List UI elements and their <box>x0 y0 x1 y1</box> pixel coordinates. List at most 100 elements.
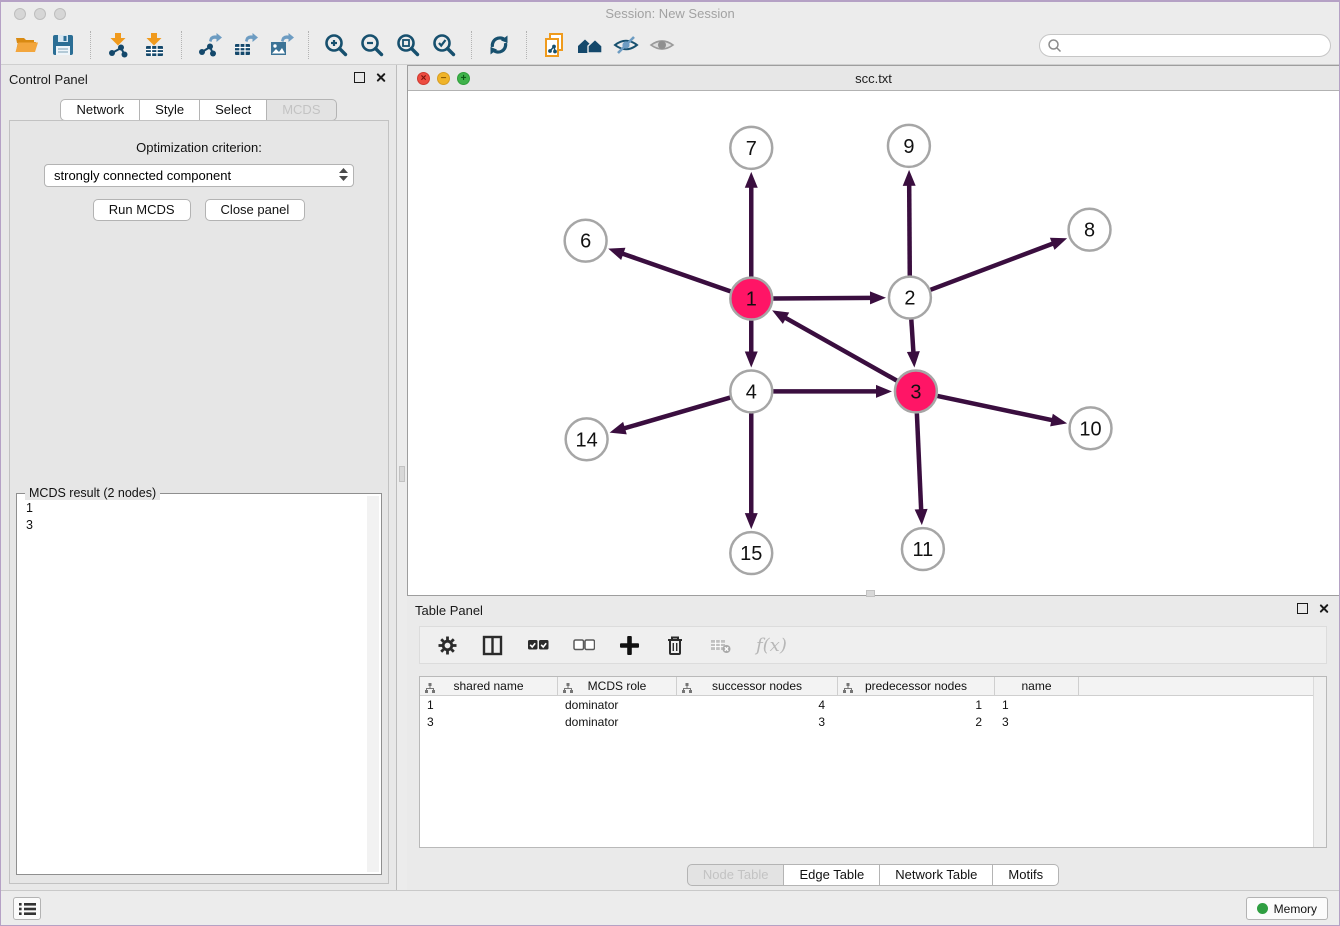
zoom-selected-button[interactable] <box>426 29 462 61</box>
refresh-icon <box>486 32 512 58</box>
graph-node-label: 14 <box>576 429 598 451</box>
graph-node-label: 10 <box>1079 418 1101 440</box>
zoom-out-button[interactable] <box>354 29 390 61</box>
tab-network[interactable]: Network <box>60 99 140 121</box>
graph-edge[interactable] <box>621 253 730 291</box>
zoom-window-button[interactable] <box>54 8 66 20</box>
search-field[interactable] <box>1039 34 1331 57</box>
graph-edge[interactable] <box>930 243 1054 290</box>
table-cell[interactable]: dominator <box>558 715 677 729</box>
table-cell[interactable]: 2 <box>838 715 995 729</box>
export-image-button[interactable] <box>263 29 299 61</box>
graph-edge[interactable] <box>773 298 872 299</box>
tab-style[interactable]: Style <box>140 99 200 121</box>
column-header-label: predecessor nodes <box>865 679 967 693</box>
table-cell[interactable]: dominator <box>558 698 677 712</box>
table-cell[interactable]: 3 <box>995 715 1079 729</box>
graph-edge[interactable] <box>784 317 896 380</box>
network-canvas[interactable]: 7968124314101511 <box>408 91 1339 595</box>
table-row[interactable]: 3dominator323 <box>420 713 1326 730</box>
export-table-button[interactable] <box>227 29 263 61</box>
column-header[interactable]: predecessor nodes <box>838 677 995 695</box>
first-neighbors-button[interactable] <box>572 29 608 61</box>
memory-button[interactable]: Memory <box>1246 897 1328 920</box>
graph-edge[interactable] <box>917 413 921 511</box>
table-body: 1dominator4113dominator323 <box>420 696 1326 730</box>
table-scrollbar[interactable] <box>1313 677 1326 847</box>
hierarchy-icon <box>843 681 853 699</box>
close-view-button[interactable]: × <box>417 72 430 85</box>
zoom-fit-button[interactable] <box>390 29 426 61</box>
column-header[interactable]: MCDS role <box>558 677 677 695</box>
search-input[interactable] <box>1062 38 1323 52</box>
apply-layout-button[interactable] <box>481 29 517 61</box>
window-title: Session: New Session <box>605 6 734 21</box>
new-network-from-selection-button[interactable] <box>536 29 572 61</box>
tab-network-table[interactable]: Network Table <box>880 864 993 886</box>
graph-edge[interactable] <box>909 184 910 276</box>
float-panel-icon[interactable] <box>354 72 365 83</box>
list-icon <box>19 902 36 916</box>
graph-node-label: 1 <box>746 289 757 311</box>
result-scrollbar[interactable] <box>367 496 379 872</box>
toolbar-separator <box>471 31 472 59</box>
table-row[interactable]: 1dominator411 <box>420 696 1326 713</box>
close-table-panel-icon[interactable] <box>1318 603 1329 614</box>
criterion-select[interactable]: strongly connected component <box>44 164 354 187</box>
minimize-window-button[interactable] <box>34 8 46 20</box>
minimize-view-button[interactable]: − <box>437 72 450 85</box>
task-history-button[interactable] <box>13 897 41 920</box>
table-cell[interactable]: 3 <box>420 715 558 729</box>
network-view-window: × − + scc.txt 7968124314101511 <box>407 65 1340 596</box>
table-cell[interactable]: 1 <box>420 698 558 712</box>
export-network-button[interactable] <box>191 29 227 61</box>
table-cell[interactable]: 3 <box>677 715 838 729</box>
zoom-in-button[interactable] <box>318 29 354 61</box>
unselect-all-columns-button[interactable] <box>573 633 595 657</box>
open-file-button[interactable] <box>9 29 45 61</box>
tab-mcds[interactable]: MCDS <box>267 99 336 121</box>
table-cell[interactable]: 1 <box>838 698 995 712</box>
close-panel-icon[interactable] <box>375 72 386 83</box>
tab-motifs[interactable]: Motifs <box>993 864 1059 886</box>
control-panel-tabs: Network Style Select MCDS <box>1 99 396 121</box>
table-settings-button[interactable] <box>437 633 458 657</box>
control-panel-title: Control Panel <box>9 72 88 87</box>
run-mcds-button[interactable]: Run MCDS <box>93 199 191 221</box>
tab-edge-table[interactable]: Edge Table <box>784 864 880 886</box>
table-cell[interactable]: 4 <box>677 698 838 712</box>
delete-columns-button[interactable] <box>664 633 686 657</box>
graph-node-label: 15 <box>740 543 762 565</box>
column-header[interactable]: shared name <box>420 677 558 695</box>
hierarchy-icon <box>682 681 692 699</box>
select-all-columns-button[interactable] <box>527 633 549 657</box>
app-window: Session: New Session <box>0 0 1340 926</box>
column-header[interactable]: name <box>995 677 1079 695</box>
close-window-button[interactable] <box>14 8 26 20</box>
column-header[interactable]: successor nodes <box>677 677 838 695</box>
mcds-result-line: 3 <box>26 517 372 534</box>
close-panel-button[interactable]: Close panel <box>205 199 306 221</box>
horizontal-splitter-handle[interactable] <box>866 590 875 597</box>
mcds-result-line: 1 <box>26 500 372 517</box>
vertical-splitter-handle[interactable] <box>399 466 405 482</box>
float-table-panel-icon[interactable] <box>1297 603 1308 614</box>
import-table-button[interactable] <box>136 29 172 61</box>
column-layout-button[interactable] <box>482 633 503 657</box>
save-session-button[interactable] <box>45 29 81 61</box>
add-column-button[interactable] <box>619 633 640 657</box>
import-network-button[interactable] <box>100 29 136 61</box>
graph-node-label: 2 <box>904 288 915 310</box>
tab-select[interactable]: Select <box>200 99 267 121</box>
table-cell[interactable]: 1 <box>995 698 1079 712</box>
graph-node-label: 8 <box>1084 220 1095 242</box>
maximize-view-button[interactable]: + <box>457 72 470 85</box>
graph-edge[interactable] <box>623 398 730 429</box>
graph-edge-arrow <box>1050 238 1067 250</box>
hide-selected-button[interactable] <box>608 29 644 61</box>
graph-edge[interactable] <box>911 320 913 354</box>
graph-edge[interactable] <box>937 396 1053 421</box>
column-header-label: name <box>1021 679 1051 693</box>
tab-node-table[interactable]: Node Table <box>687 864 785 886</box>
show-all-button[interactable] <box>644 29 680 61</box>
